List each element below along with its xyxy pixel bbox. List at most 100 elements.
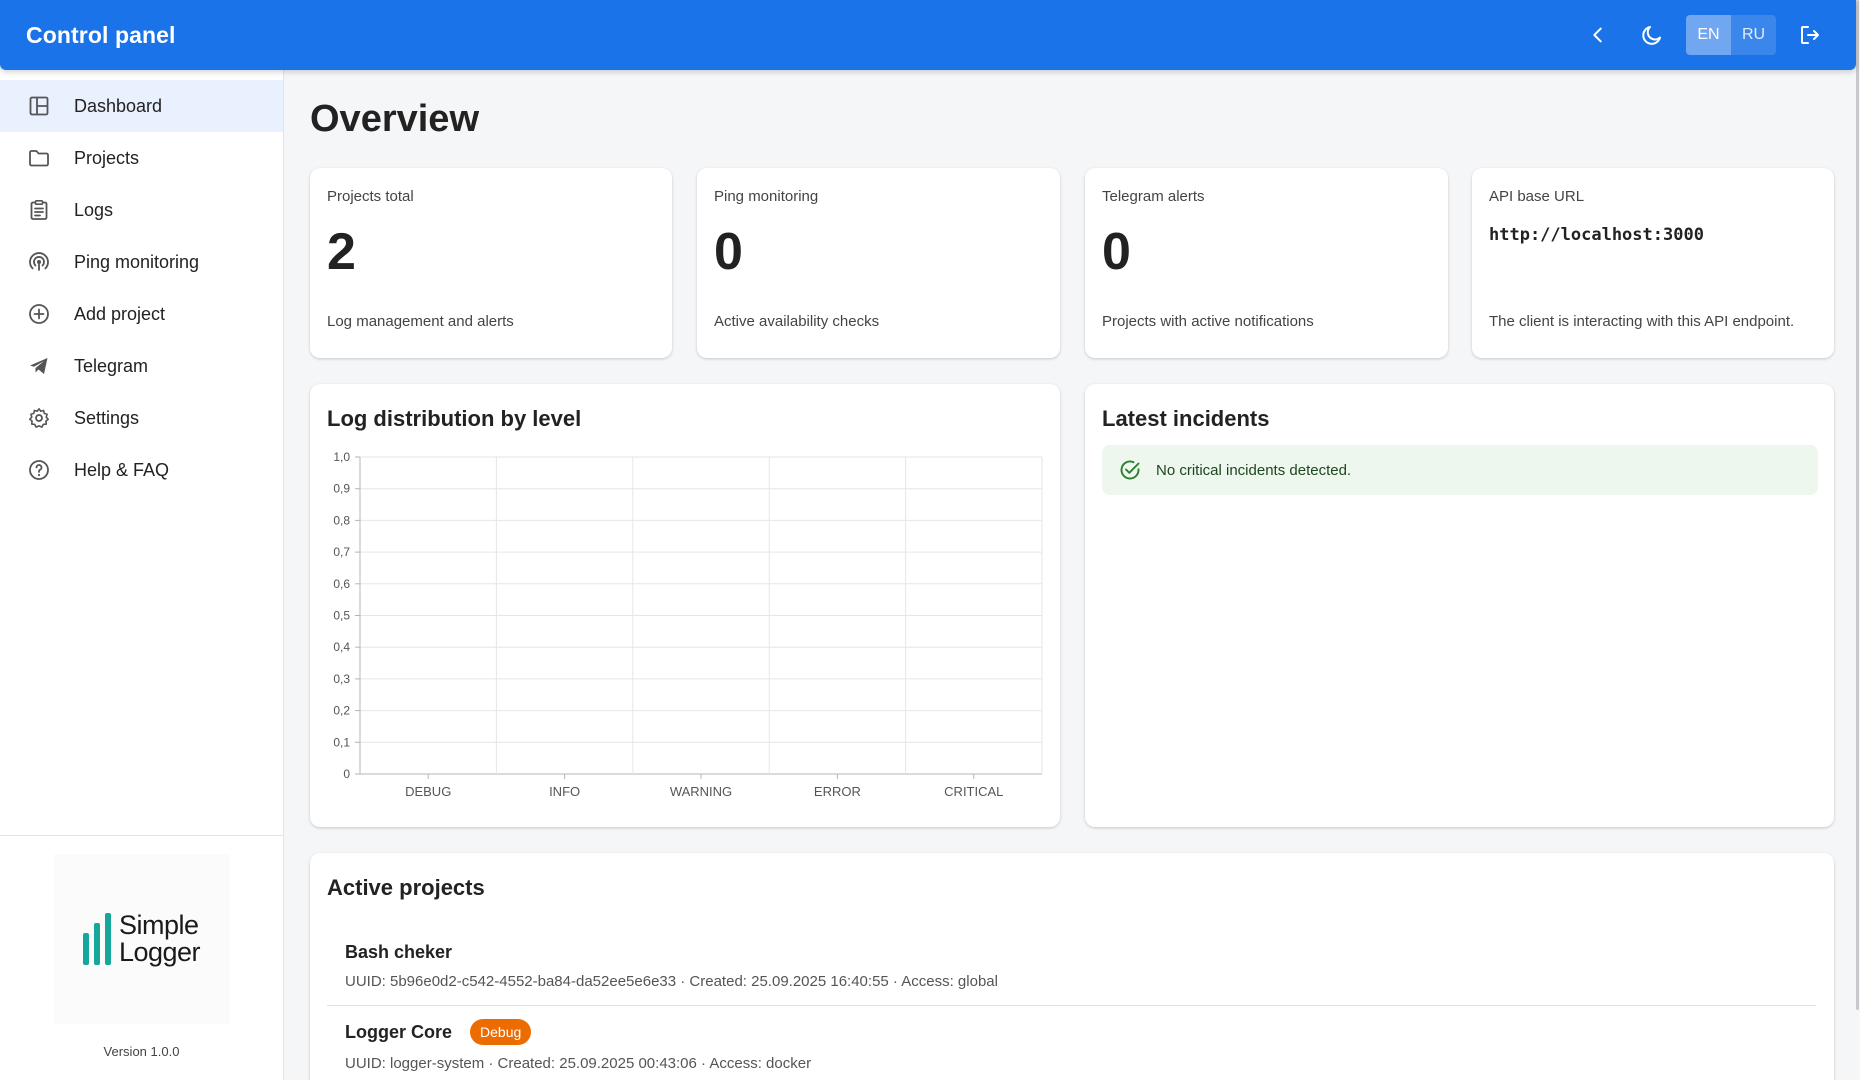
broadcast-icon bbox=[26, 249, 52, 275]
project-name: Bash cheker bbox=[345, 942, 1811, 963]
app-bar: Control panel EN RU bbox=[0, 0, 1856, 70]
sidebar-item-telegram[interactable]: Telegram bbox=[0, 340, 283, 392]
telegram-icon bbox=[26, 353, 52, 379]
chart-title: Log distribution by level bbox=[327, 406, 582, 431]
project-meta: UUID: logger-system · Created: 25.09.202… bbox=[345, 1055, 812, 1072]
dashboard-icon bbox=[26, 93, 52, 119]
log-distribution-chart: 0 0,1 0,2 0,3 0,4 0,5 0,6 0,7 0,8 0,9 1,0 DEBUG INFO… bbox=[333, 450, 1043, 799]
gear-icon bbox=[26, 405, 52, 431]
stat-value: 0 bbox=[714, 223, 743, 281]
sidebar-item-label: Ping monitoring bbox=[74, 251, 200, 272]
check-circle-icon bbox=[1118, 458, 1142, 482]
stat-card-projects: Projects total 2 Log management and aler… bbox=[310, 168, 672, 358]
stat-value: 0 bbox=[1102, 223, 1131, 281]
y-tick-label: 0,9 bbox=[333, 482, 350, 496]
sidebar-item-ping-monitoring[interactable]: Ping monitoring bbox=[0, 236, 283, 288]
project-name-text: Logger Core bbox=[345, 1021, 453, 1042]
language-ru-button[interactable]: RU bbox=[1731, 15, 1776, 55]
app-bar-actions: EN RU bbox=[1578, 15, 1830, 55]
stat-description: The client is interacting with this API … bbox=[1489, 313, 1795, 330]
log-distribution-card: Log distribution by level 0 0,1 0,2 0,3 0,4 0… bbox=[310, 384, 1060, 827]
x-tick-label: ERROR bbox=[814, 784, 861, 799]
x-tick-label: CRITICAL bbox=[944, 784, 1003, 799]
api-url-value: http://localhost:3000 bbox=[1489, 225, 1704, 245]
theme-toggle-button[interactable] bbox=[1632, 15, 1672, 55]
chevron-left-icon bbox=[1593, 27, 1602, 43]
sidebar-item-label: Logs bbox=[74, 199, 114, 220]
project-row[interactable]: Bash cheker UUID: 5b96e0d2-c542-4552-ba8… bbox=[345, 942, 1811, 990]
moon-icon bbox=[1642, 26, 1661, 45]
sidebar-item-label: Settings bbox=[74, 407, 140, 428]
stat-card-telegram: Telegram alerts 0 Projects with active n… bbox=[1085, 168, 1448, 358]
x-tick-label: INFO bbox=[549, 784, 580, 799]
project-meta: UUID: 5b96e0d2-c542-4552-ba84-da52ee5e6e… bbox=[345, 973, 998, 990]
latest-incidents-card: Latest incidents No critical incidents d… bbox=[1085, 384, 1834, 827]
language-en-button[interactable]: EN bbox=[1686, 15, 1731, 55]
project-row[interactable]: Logger Core Debug UUID: logger-system · … bbox=[345, 1019, 1811, 1072]
stat-card-ping: Ping monitoring 0 Active availability ch… bbox=[697, 168, 1060, 358]
y-tick-label: 0,2 bbox=[333, 704, 350, 718]
sidebar-item-help[interactable]: Help & FAQ bbox=[0, 444, 283, 496]
y-tick-label: 1,0 bbox=[333, 450, 350, 464]
sidebar-item-label: Add project bbox=[74, 303, 166, 324]
sidebar-item-settings[interactable]: Settings bbox=[0, 392, 283, 444]
y-tick-label: 0,1 bbox=[333, 735, 350, 749]
add-circle-icon bbox=[26, 301, 52, 327]
stat-description: Projects with active notifications bbox=[1102, 313, 1314, 330]
app-title: Control panel bbox=[26, 21, 176, 48]
incidents-title: Latest incidents bbox=[1102, 406, 1270, 431]
stat-label: API base URL bbox=[1489, 188, 1585, 205]
stat-card-api-url: API base URL http://localhost:3000 The c… bbox=[1472, 168, 1834, 358]
collapse-sidebar-button[interactable] bbox=[1578, 15, 1618, 55]
sidebar: Dashboard Projects Logs Ping monitoring … bbox=[0, 70, 284, 1080]
stat-label: Projects total bbox=[327, 188, 414, 205]
y-tick-label: 0,7 bbox=[333, 545, 350, 559]
sidebar-item-projects[interactable]: Projects bbox=[0, 132, 283, 184]
stat-description: Active availability checks bbox=[714, 313, 880, 330]
sidebar-item-label: Dashboard bbox=[74, 95, 163, 116]
app-version: Version 1.0.0 bbox=[103, 1044, 180, 1059]
stat-label: Telegram alerts bbox=[1102, 188, 1205, 205]
logo-text: Simple Logger bbox=[118, 910, 201, 967]
sidebar-footer: Simple Logger Version 1.0.0 bbox=[0, 835, 283, 1080]
sidebar-item-label: Help & FAQ bbox=[74, 459, 170, 480]
sidebar-item-label: Telegram bbox=[74, 355, 149, 376]
stat-value: 2 bbox=[327, 223, 356, 281]
y-tick-label: 0,8 bbox=[333, 513, 350, 527]
logo-line-1: Simple bbox=[118, 910, 199, 940]
sidebar-item-logs[interactable]: Logs bbox=[0, 184, 283, 236]
page-title: Overview bbox=[310, 98, 479, 140]
debug-badge: Debug bbox=[470, 1019, 532, 1045]
y-tick-label: 0,6 bbox=[333, 577, 350, 591]
y-tick-label: 0,3 bbox=[333, 672, 350, 686]
sidebar-nav: Dashboard Projects Logs Ping monitoring … bbox=[0, 70, 283, 496]
logout-button[interactable] bbox=[1790, 15, 1830, 55]
folder-icon bbox=[26, 145, 52, 171]
stat-description: Log management and alerts bbox=[327, 313, 514, 330]
divider bbox=[327, 1005, 1816, 1006]
sidebar-item-label: Projects bbox=[74, 147, 140, 168]
y-tick-label: 0,4 bbox=[333, 640, 350, 654]
project-name: Logger Core Debug bbox=[345, 1019, 1811, 1045]
help-circle-icon bbox=[26, 457, 52, 483]
project-name-text: Bash cheker bbox=[345, 942, 453, 962]
logo-line-2: Logger bbox=[118, 937, 201, 967]
sidebar-item-dashboard[interactable]: Dashboard bbox=[0, 80, 283, 132]
logout-icon bbox=[1801, 26, 1819, 44]
stat-label: Ping monitoring bbox=[714, 188, 819, 205]
x-tick-label: DEBUG bbox=[405, 784, 451, 799]
main-content: Overview Projects total 2 Log management… bbox=[310, 70, 1834, 1080]
simple-logger-logo: Simple Logger bbox=[53, 854, 230, 1024]
language-switcher: EN RU bbox=[1686, 15, 1776, 55]
clipboard-list-icon bbox=[26, 197, 52, 223]
x-tick-label: WARNING bbox=[670, 784, 732, 799]
active-projects-card: Active projects Bash cheker UUID: 5b96e0… bbox=[310, 853, 1834, 1080]
no-incidents-alert: No critical incidents detected. bbox=[1102, 445, 1818, 495]
page-scrollbar[interactable] bbox=[1856, 0, 1859, 1010]
projects-title: Active projects bbox=[327, 875, 485, 900]
y-tick-label: 0 bbox=[343, 767, 350, 781]
logo-bars-icon bbox=[82, 913, 111, 965]
alert-message: No critical incidents detected. bbox=[1156, 461, 1352, 479]
y-tick-label: 0,5 bbox=[333, 609, 350, 623]
sidebar-item-add-project[interactable]: Add project bbox=[0, 288, 283, 340]
